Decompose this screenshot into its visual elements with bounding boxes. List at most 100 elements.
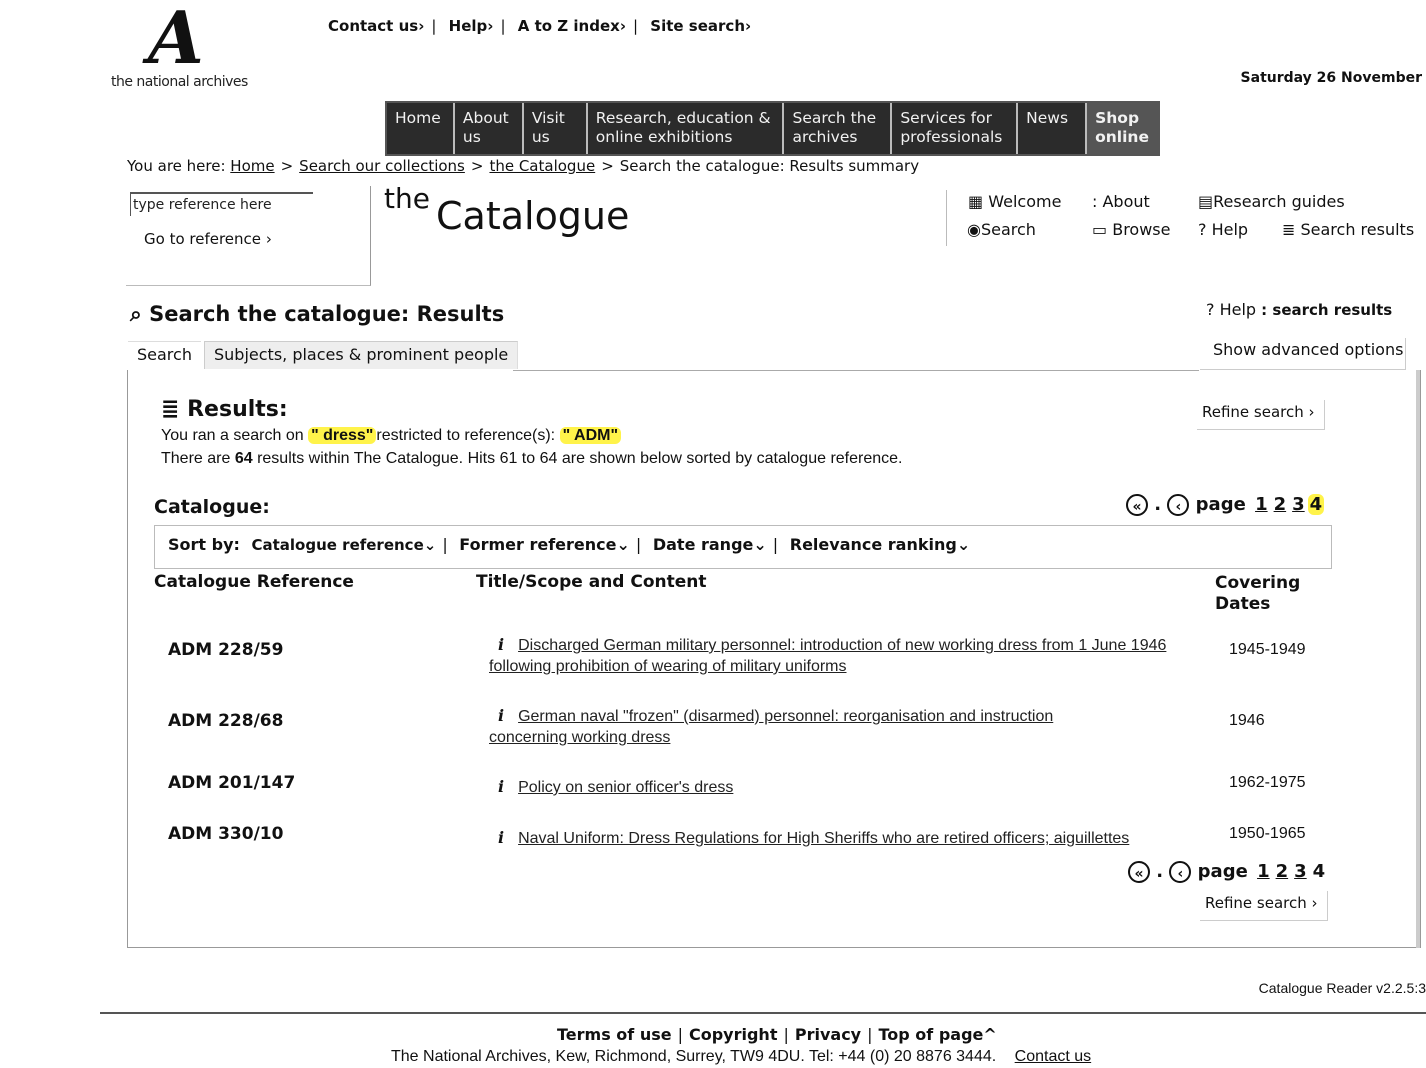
- info-icon[interactable]: i: [498, 706, 504, 725]
- help-menu-link[interactable]: ? Help: [1198, 220, 1248, 239]
- page-link-1[interactable]: 1: [1257, 861, 1270, 882]
- tab-subjects[interactable]: Subjects, places & prominent people: [204, 341, 519, 369]
- chevron-up-icon: ^: [983, 1025, 997, 1044]
- browse-link[interactable]: ▭ Browse: [1092, 220, 1170, 239]
- column-header-dates: Covering Dates: [1215, 573, 1301, 614]
- welcome-link[interactable]: ▦ Welcome: [968, 192, 1061, 211]
- page-link-2[interactable]: 2: [1276, 861, 1289, 882]
- column-header-reference: Catalogue Reference: [154, 572, 354, 592]
- catalogue-title: Catalogue: [436, 194, 630, 238]
- nav-search-archives[interactable]: Search the archives: [784, 103, 893, 154]
- panel-top-border: [513, 370, 1199, 371]
- show-advanced-options-button[interactable]: Show advanced options: [1200, 338, 1406, 370]
- chevron-right-icon: ›: [418, 17, 425, 35]
- nav-about-us[interactable]: About us: [455, 103, 524, 154]
- nav-news[interactable]: News: [1018, 103, 1088, 154]
- chevron-right-icon: ›: [619, 17, 626, 35]
- row-title-link[interactable]: Discharged German military personnel: in…: [489, 637, 1166, 675]
- previous-page-icon[interactable]: ‹: [1169, 861, 1192, 883]
- breadcrumb-catalogue[interactable]: the Catalogue: [489, 157, 595, 175]
- magnifier-icon: ⌕: [130, 302, 142, 326]
- footer-divider: [100, 1012, 1426, 1014]
- nav-research[interactable]: Research, education & online exhibitions: [588, 103, 785, 154]
- sort-date-range[interactable]: Date range⌄: [653, 535, 767, 554]
- first-page-icon[interactable]: «: [1128, 861, 1150, 883]
- breadcrumb-home[interactable]: Home: [230, 157, 274, 175]
- tab-search[interactable]: Search: [128, 341, 201, 369]
- info-icon[interactable]: i: [498, 828, 504, 847]
- chevron-down-icon: ⌄: [423, 536, 437, 554]
- row-title: i Naval Uniform: Dress Regulations for Hi…: [489, 827, 1209, 849]
- results-heading: ≣ Results:: [161, 397, 288, 422]
- menu-divider: [946, 190, 947, 246]
- national-archives-logo[interactable]: A: [148, 2, 218, 74]
- chevron-right-icon: ›: [1311, 894, 1318, 912]
- chevron-down-icon: ⌄: [616, 535, 630, 554]
- version-label: Catalogue Reader v2.2.5:3: [1258, 980, 1426, 996]
- refine-search-button-bottom[interactable]: Refine search ›: [1200, 891, 1328, 921]
- sort-bar: Sort by: Catalogue reference⌄ | Former re…: [154, 525, 1332, 569]
- breadcrumb-prefix: You are here:: [127, 157, 226, 175]
- terms-link[interactable]: Terms of use: [557, 1025, 672, 1044]
- logo-text: the national archives: [111, 74, 248, 90]
- page-link-1[interactable]: 1: [1255, 494, 1268, 515]
- refine-search-button[interactable]: Refine search ›: [1197, 400, 1325, 430]
- a-to-z-link[interactable]: A to Z index›: [518, 17, 626, 35]
- catalogue-title-the: the: [384, 182, 430, 215]
- sort-relevance-ranking[interactable]: Relevance ranking⌄: [790, 535, 970, 554]
- nav-shop-online[interactable]: Shop online: [1087, 103, 1158, 154]
- first-page-icon[interactable]: «: [1126, 494, 1148, 516]
- column-header-title: Title/Scope and Content: [476, 572, 707, 592]
- sort-catalogue-reference[interactable]: Catalogue reference⌄: [251, 536, 436, 554]
- page-title: ⌕ Search the catalogue: Results: [130, 302, 505, 326]
- building-icon: ▦: [968, 192, 984, 211]
- breadcrumb-search-collections[interactable]: Search our collections: [299, 157, 465, 175]
- row-title-link[interactable]: German naval "frozen" (disarmed) personn…: [489, 708, 1053, 746]
- nav-services[interactable]: Services for professionals: [892, 103, 1019, 154]
- page-link-3[interactable]: 3: [1292, 494, 1305, 515]
- row-title-link[interactable]: Policy on senior officer's dress: [518, 779, 733, 796]
- info-icon[interactable]: i: [498, 777, 504, 796]
- search-description: You ran a search on " dress" restricted t…: [161, 427, 622, 445]
- row-reference: ADM 228/68: [168, 711, 284, 731]
- row-reference: ADM 330/10: [168, 824, 284, 844]
- go-to-reference-button[interactable]: Go to reference ›: [144, 230, 272, 248]
- utility-links: Contact us› | Help› | A to Z index› | Site …: [328, 17, 752, 35]
- folder-icon: ▭: [1092, 220, 1108, 239]
- catalogue-label: Catalogue:: [154, 496, 270, 518]
- nav-home[interactable]: Home: [387, 103, 455, 154]
- list-icon: ≣: [161, 397, 180, 422]
- search-link[interactable]: ◉Search: [967, 220, 1036, 239]
- search-results-link[interactable]: ≣ Search results: [1282, 220, 1414, 239]
- question-icon: ?: [1206, 300, 1215, 319]
- research-guides-link[interactable]: ▤Research guides: [1198, 192, 1345, 211]
- nav-visit-us[interactable]: Visit us: [524, 103, 588, 154]
- copyright-link[interactable]: Copyright: [689, 1025, 777, 1044]
- help-link[interactable]: Help›: [449, 17, 494, 35]
- row-dates: 1962-1975: [1229, 774, 1306, 791]
- row-title-link[interactable]: Naval Uniform: Dress Regulations for Hig…: [518, 830, 1129, 847]
- previous-page-icon[interactable]: ‹: [1167, 494, 1190, 516]
- footer-links: Terms of use | Copyright | Privacy | Top of pa…: [557, 1025, 997, 1044]
- footer-address: The National Archives, Kew, Richmond, Su…: [391, 1048, 1092, 1065]
- site-search-link[interactable]: Site search›: [650, 17, 751, 35]
- reference-input[interactable]: [130, 192, 313, 216]
- page-link-3[interactable]: 3: [1294, 861, 1307, 882]
- privacy-link[interactable]: Privacy: [795, 1025, 861, 1044]
- page-link-2[interactable]: 2: [1274, 494, 1287, 515]
- row-title: i German naval "frozen" (disarmed) person…: [489, 705, 1129, 748]
- info-icon[interactable]: i: [498, 635, 504, 654]
- reference-term: " ADM": [559, 427, 622, 444]
- breadcrumb: You are here: Home > Search our collection…: [127, 157, 920, 175]
- contact-us-link[interactable]: Contact us›: [328, 17, 424, 35]
- row-dates: 1945-1949: [1229, 641, 1306, 658]
- pager-bottom: « . ‹ page 1234: [1128, 861, 1325, 883]
- row-reference: ADM 201/147: [168, 773, 296, 793]
- chevron-down-icon: ⌄: [956, 535, 971, 554]
- sort-former-reference[interactable]: Former reference⌄: [459, 535, 630, 554]
- help-search-results[interactable]: ? Help : search results: [1206, 300, 1392, 319]
- top-of-page-link[interactable]: Top of page^: [879, 1025, 997, 1044]
- row-title: i Policy on senior officer's dress: [489, 776, 1209, 798]
- about-link[interactable]: : About: [1092, 192, 1150, 211]
- footer-contact-link[interactable]: Contact us: [1015, 1048, 1091, 1065]
